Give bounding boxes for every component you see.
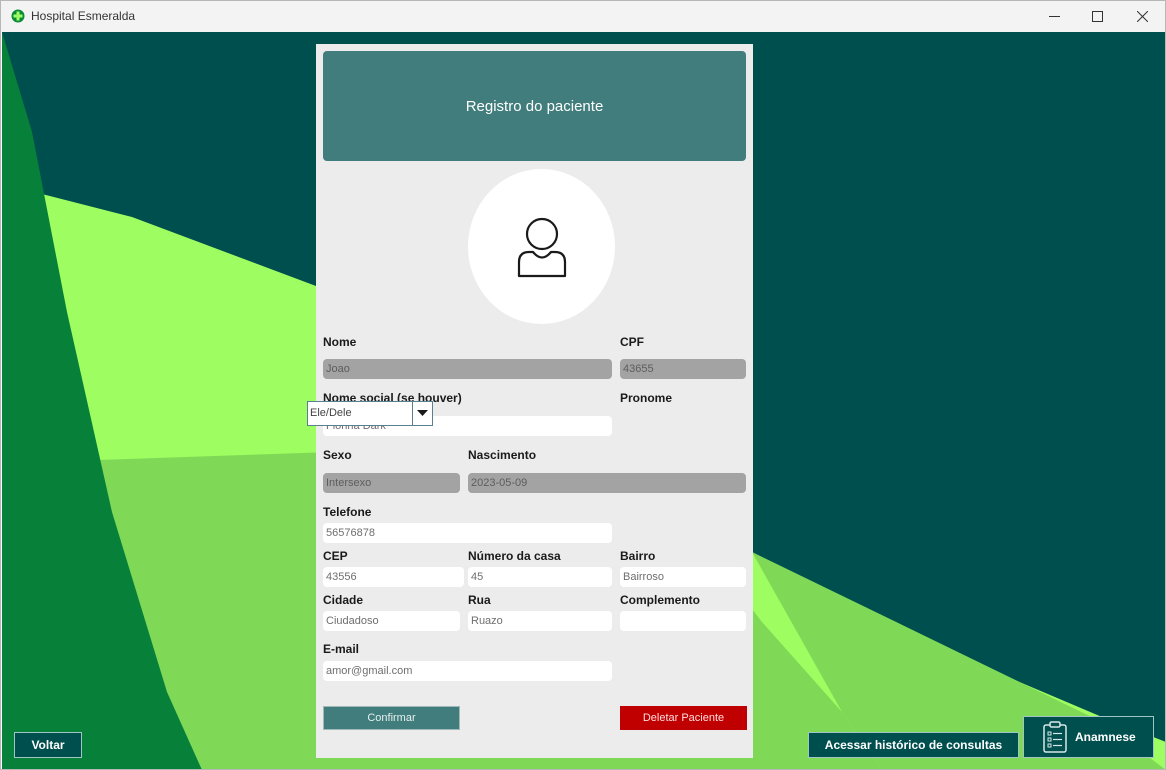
maximize-button[interactable] <box>1074 1 1120 32</box>
bairro-label: Bairro <box>620 549 656 563</box>
back-button[interactable]: Voltar <box>14 732 82 758</box>
numero-casa-label: Número da casa <box>468 549 561 563</box>
emerald-cross-icon <box>11 9 25 23</box>
cep-field[interactable]: 43556 <box>323 567 464 587</box>
consult-history-button[interactable]: Acessar histórico de consultas <box>808 732 1019 758</box>
nascimento-field[interactable]: 2023-05-09 <box>468 473 746 493</box>
dropdown-button[interactable] <box>412 402 432 425</box>
cpf-field[interactable]: 43655 <box>620 359 746 379</box>
app-window: Hospital Esmeralda Registro do paciente <box>0 0 1166 770</box>
title-bar: Hospital Esmeralda <box>1 1 1165 32</box>
nome-field[interactable]: Joao <box>323 359 612 379</box>
sexo-label: Sexo <box>323 448 352 462</box>
complemento-label: Complemento <box>620 593 701 607</box>
complemento-field[interactable] <box>620 611 746 631</box>
nascimento-label: Nascimento <box>468 448 537 462</box>
cidade-label: Cidade <box>323 593 364 607</box>
anamnese-label: Anamnese <box>1075 730 1136 744</box>
numero-casa-field[interactable]: 45 <box>468 567 612 587</box>
anamnese-button[interactable]: Anamnese <box>1023 716 1154 758</box>
telefone-field[interactable]: 56576878 <box>323 523 612 543</box>
nome-label: Nome <box>323 335 357 349</box>
cep-label: CEP <box>323 549 348 563</box>
clipboard-list-icon <box>1043 721 1067 753</box>
telefone-label: Telefone <box>323 505 372 519</box>
delete-patient-button[interactable]: Deletar Paciente <box>620 706 747 730</box>
rua-field[interactable]: Ruazo <box>468 611 612 631</box>
email-field[interactable]: amor@gmail.com <box>323 661 612 681</box>
form-title: Registro do paciente <box>465 97 604 115</box>
form-header: Registro do paciente <box>323 51 746 161</box>
pronome-label: Pronome <box>620 391 673 405</box>
anamnese-icon-wrap <box>1043 721 1067 753</box>
maximize-icon <box>1091 11 1103 22</box>
confirm-button[interactable]: Confirmar <box>323 706 460 730</box>
main-content: Registro do paciente Nome Joao CPF 43655… <box>2 32 1165 769</box>
bairro-field[interactable]: Bairroso <box>620 567 746 587</box>
minimize-icon <box>1048 16 1060 17</box>
window-title: Hospital Esmeralda <box>31 9 136 23</box>
close-icon <box>1136 11 1148 22</box>
user-icon <box>517 217 566 277</box>
sexo-field[interactable]: Intersexo <box>323 473 460 493</box>
rua-label: Rua <box>468 593 491 607</box>
minimize-button[interactable] <box>1031 1 1077 32</box>
pronome-value: Ele/Dele <box>310 407 352 419</box>
close-button[interactable] <box>1119 1 1165 32</box>
cpf-label: CPF <box>620 335 644 349</box>
email-label: E-mail <box>323 642 360 656</box>
cidade-field[interactable]: Ciudadoso <box>323 611 460 631</box>
pronome-select[interactable]: Ele/Dele <box>307 401 433 426</box>
chevron-down-icon <box>417 410 428 416</box>
avatar[interactable] <box>468 169 615 324</box>
